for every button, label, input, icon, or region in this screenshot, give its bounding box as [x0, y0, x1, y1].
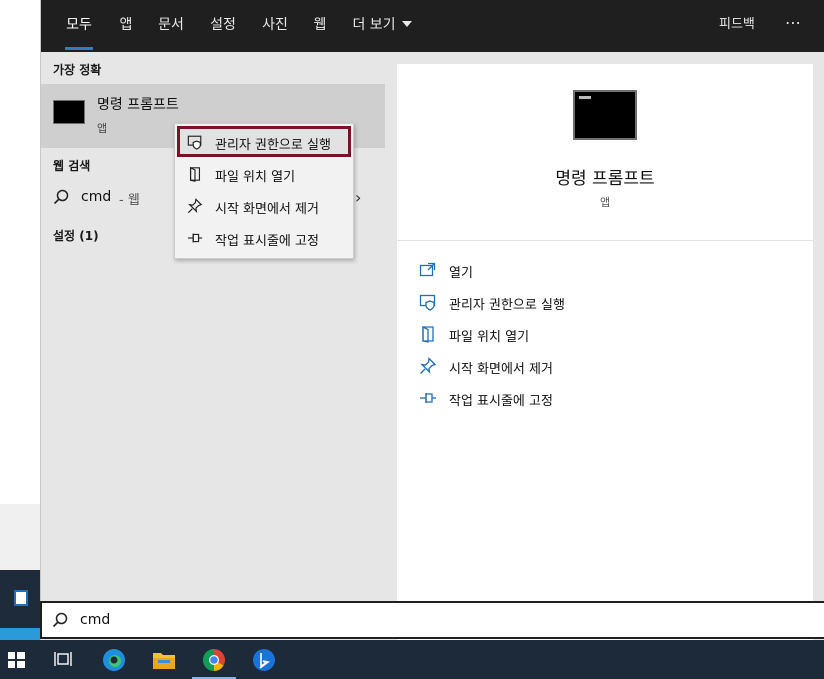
detail-title: 명령 프롬프트 [555, 169, 655, 189]
file-explorer-button[interactable] [140, 640, 188, 679]
result-detail-pane: 명령 프롬프트 앱 열기 관리자 권한으로 실행 파일 위치 열기 시작 화면에… [397, 64, 813, 640]
task-view-icon [54, 652, 72, 666]
open-icon [419, 262, 436, 277]
pin-icon [187, 233, 203, 243]
web-search-suffix: - 웹 [119, 193, 140, 208]
desktop-accent-strip [0, 628, 40, 640]
chevron-down-icon [401, 21, 412, 27]
unpin-icon [187, 198, 203, 214]
tab-photos[interactable]: 사진 [255, 0, 295, 52]
menu-item-label: 시작 화면에서 제거 [215, 202, 319, 217]
desktop-band [0, 504, 40, 570]
document-icon[interactable] [14, 590, 28, 606]
search-input[interactable] [80, 609, 780, 631]
best-match-name: 명령 프롬프트 [97, 97, 179, 113]
bing-button[interactable] [240, 640, 288, 679]
web-search-heading: 웹 검색 [53, 159, 91, 173]
menu-item-label: 작업 표시줄에 고정 [215, 234, 319, 249]
web-search-query: cmd [81, 189, 112, 205]
chrome-button[interactable] [190, 640, 238, 679]
feedback-button[interactable]: 피드백 [719, 0, 755, 52]
search-icon [52, 612, 68, 632]
menu-item-run-as-admin[interactable]: 관리자 권한으로 실행 [177, 126, 351, 157]
tab-more[interactable]: 더 보기 [347, 0, 417, 52]
menu-item-open-file-location[interactable]: 파일 위치 열기 [177, 159, 351, 190]
menu-item-label: 파일 위치 열기 [215, 170, 296, 185]
pin-icon [420, 393, 436, 403]
menu-item-label: 관리자 권한으로 실행 [215, 138, 331, 153]
chrome-icon [203, 649, 225, 671]
context-menu: 관리자 권한으로 실행 파일 위치 열기 시작 화면에서 제거 작업 표시줄에 … [174, 123, 354, 259]
screen: 모두 앱 문서 설정 사진 웹 더 보기 피드백 ⋯ 가장 정확 명령 프롬프트… [0, 0, 824, 679]
shield-icon [187, 135, 202, 150]
search-filter-bar: 모두 앱 문서 설정 사진 웹 더 보기 피드백 ⋯ [41, 0, 824, 52]
edge-icon [103, 649, 125, 671]
action-label: 시작 화면에서 제거 [449, 362, 553, 377]
tab-web[interactable]: 웹 [307, 0, 333, 52]
detail-subtitle: 앱 [599, 196, 611, 209]
folder-icon [189, 166, 201, 182]
edge-button[interactable] [90, 640, 138, 679]
best-match-type: 앱 [97, 122, 108, 135]
unpin-icon [420, 357, 437, 374]
search-icon [53, 189, 69, 209]
more-options-button[interactable]: ⋯ [781, 0, 805, 52]
windows-start-icon [8, 652, 25, 668]
start-search-panel: 모두 앱 문서 설정 사진 웹 더 보기 피드백 ⋯ 가장 정확 명령 프롬프트… [40, 0, 824, 640]
divider [397, 240, 813, 241]
bing-icon [253, 649, 275, 671]
desktop-background [0, 0, 40, 640]
search-box[interactable] [40, 601, 824, 639]
settings-heading[interactable]: 설정 (1) [53, 227, 99, 244]
command-prompt-large-icon [573, 90, 637, 140]
tab-documents[interactable]: 문서 [151, 0, 191, 52]
task-view-button[interactable] [40, 640, 88, 679]
action-label: 관리자 권한으로 실행 [449, 298, 565, 313]
best-match-heading: 가장 정확 [53, 63, 102, 77]
menu-item-unpin-from-start[interactable]: 시작 화면에서 제거 [177, 191, 351, 222]
shield-icon [419, 294, 436, 311]
action-label: 파일 위치 열기 [449, 330, 530, 345]
file-explorer-icon [153, 653, 175, 669]
command-prompt-icon [53, 100, 85, 124]
desktop-window-edge [0, 570, 40, 628]
chevron-right-icon[interactable]: › [355, 188, 361, 207]
taskbar [0, 640, 824, 679]
folder-icon [422, 325, 434, 343]
menu-item-pin-to-taskbar[interactable]: 작업 표시줄에 고정 [177, 223, 351, 254]
tab-apps[interactable]: 앱 [111, 0, 141, 52]
tab-settings[interactable]: 설정 [203, 0, 243, 52]
action-label: 작업 표시줄에 고정 [449, 394, 553, 409]
tab-all[interactable]: 모두 [53, 0, 105, 52]
action-label: 열기 [449, 266, 473, 281]
